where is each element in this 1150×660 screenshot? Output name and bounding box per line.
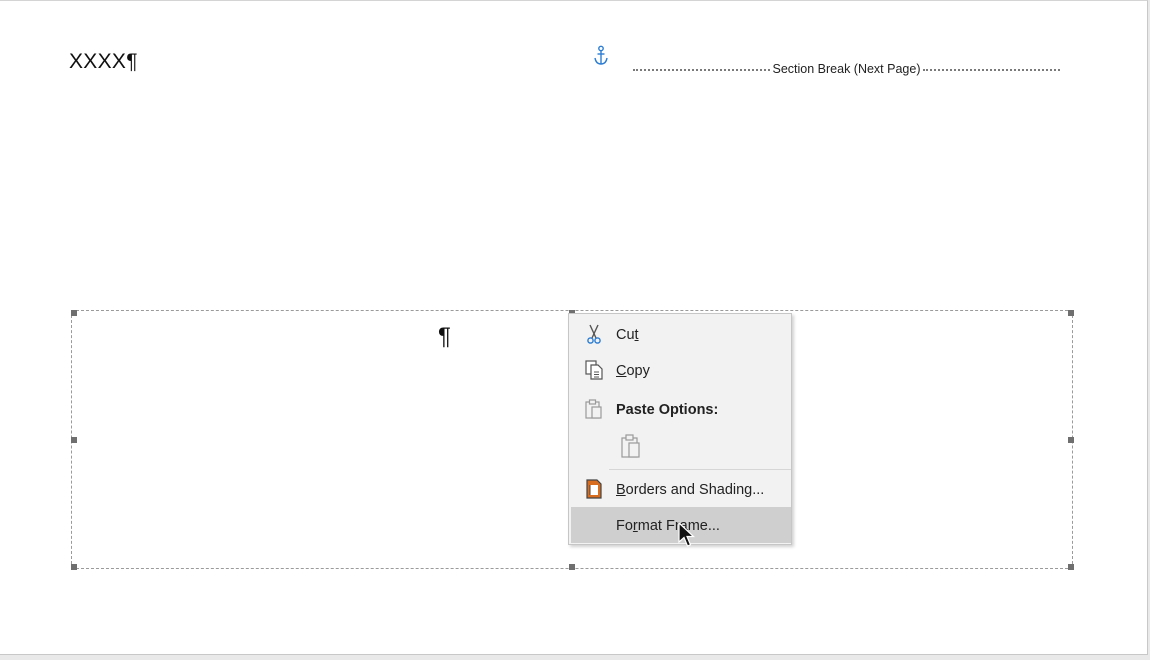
- copy-icon: [585, 360, 603, 380]
- frame-handle-bottom-left[interactable]: [71, 564, 77, 570]
- menu-item-paste-options-label: Paste Options:: [616, 402, 719, 418]
- menu-item-borders-shading[interactable]: Borders and Shading...: [571, 471, 791, 507]
- section-break-label: Section Break (Next Page): [772, 62, 921, 76]
- menu-item-copy-label: Copy: [616, 363, 650, 379]
- menu-item-cut-label: Cut: [616, 327, 639, 343]
- frame-handle-top-right[interactable]: [1068, 310, 1074, 316]
- section-break-line-left: [633, 69, 770, 71]
- scissors-icon: [587, 324, 601, 344]
- context-menu: Cut Copy Paste Options: Borders and Shad…: [568, 313, 792, 545]
- borders-shading-icon: [586, 479, 602, 499]
- frame-handle-bottom-center[interactable]: [569, 564, 575, 570]
- frame-handle-bottom-right[interactable]: [1068, 564, 1074, 570]
- frame-paragraph-mark[interactable]: ¶: [438, 323, 451, 351]
- menu-separator: [609, 469, 791, 470]
- menu-item-copy[interactable]: Copy: [571, 352, 791, 388]
- menu-item-cut[interactable]: Cut: [571, 316, 791, 352]
- frame-handle-middle-left[interactable]: [71, 437, 77, 443]
- paste-keep-text-icon[interactable]: [619, 433, 643, 459]
- menu-item-borders-shading-label: Borders and Shading...: [616, 482, 765, 498]
- anchor-icon[interactable]: [592, 45, 610, 67]
- frame-handle-top-left[interactable]: [71, 310, 77, 316]
- section-break: Section Break (Next Page): [633, 60, 1060, 78]
- mouse-pointer-icon: [678, 522, 696, 547]
- menu-item-format-frame-label: Format Frame...: [616, 518, 720, 534]
- frame-handle-middle-right[interactable]: [1068, 437, 1074, 443]
- clipboard-icon: [585, 399, 602, 419]
- section-break-line-right: [923, 69, 1060, 71]
- menu-item-paste-options: Paste Options:: [571, 391, 791, 427]
- body-text[interactable]: XXXX¶: [69, 50, 138, 74]
